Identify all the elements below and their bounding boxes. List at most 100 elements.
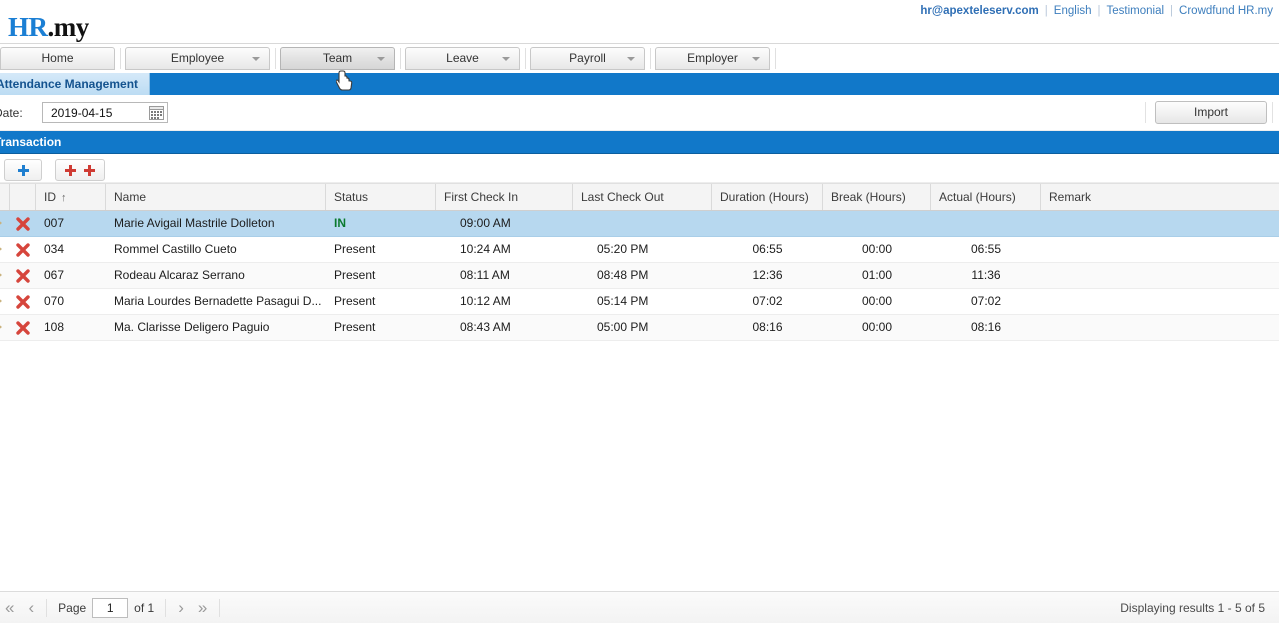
cell-first-check-in: 08:43 AM (436, 315, 573, 340)
delete-icon (16, 217, 30, 231)
page-label: Page (52, 601, 92, 615)
page-number-input[interactable]: 1 (92, 598, 128, 618)
import-button-label: Import (1194, 105, 1228, 119)
column-header-first-check-in[interactable]: First Check In (436, 184, 573, 210)
delete-icon (16, 269, 30, 283)
last-page-button[interactable]: » (191, 599, 214, 616)
cell-last-check-out: 05:14 PM (573, 289, 712, 314)
menu-item-payroll[interactable]: Payroll (530, 47, 645, 70)
date-input[interactable]: 2019-04-15 (42, 102, 168, 123)
cell-last-check-out: 05:00 PM (573, 315, 712, 340)
grid-toolbar (0, 154, 1279, 183)
brand-logo[interactable]: HR.my (8, 12, 89, 43)
cell-name: Marie Avigail Mastrile Dolleton (106, 211, 326, 236)
cell-break: 01:00 (823, 263, 931, 288)
tab-attendance-management-label: Attendance Management (0, 77, 138, 91)
bulk-add-button[interactable] (55, 159, 105, 181)
next-page-button[interactable]: › (171, 599, 191, 616)
cell-duration: 07:02 (712, 289, 823, 314)
cell-first-check-in: 09:00 AM (436, 211, 573, 236)
row-expander[interactable] (0, 263, 10, 288)
cell-first-check-in: 10:24 AM (436, 237, 573, 262)
top-link-separator-2: | (1092, 5, 1107, 17)
menu-item-employee-label: Employee (171, 51, 224, 65)
delete-row-button[interactable] (10, 289, 36, 314)
pager-divider-2 (165, 599, 166, 617)
cell-id: 108 (36, 315, 106, 340)
delete-row-button[interactable] (10, 263, 36, 288)
calendar-icon[interactable] (149, 106, 164, 120)
language-link[interactable]: English (1054, 5, 1092, 17)
transaction-section-title: Transaction (0, 135, 61, 149)
column-header-actual[interactable]: Actual (Hours) (931, 184, 1041, 210)
table-row[interactable]: 007 Marie Avigail Mastrile Dolleton IN 0… (0, 211, 1279, 237)
row-expander[interactable] (0, 211, 10, 236)
cell-break: 00:00 (823, 237, 931, 262)
refresh-icon[interactable] (225, 600, 241, 616)
menu-item-employee[interactable]: Employee (125, 47, 270, 70)
import-button[interactable]: Import (1155, 101, 1267, 124)
tab-attendance-management[interactable]: Attendance Management (0, 73, 150, 95)
menu-item-employer[interactable]: Employer (655, 47, 770, 70)
chevron-down-icon (377, 57, 385, 61)
cell-break (823, 211, 931, 236)
table-row[interactable]: 034 Rommel Castillo Cueto Present 10:24 … (0, 237, 1279, 263)
toolbar-divider-left (1145, 102, 1146, 123)
testimonial-link[interactable]: Testimonial (1107, 5, 1165, 17)
previous-page-button[interactable]: ‹ (21, 599, 41, 616)
cell-last-check-out: 08:48 PM (573, 263, 712, 288)
sort-ascending-icon: ↑ (61, 185, 67, 210)
table-row[interactable]: 108 Ma. Clarisse Deligero Paguio Present… (0, 315, 1279, 341)
cell-duration: 06:55 (712, 237, 823, 262)
first-page-button[interactable]: « (0, 599, 21, 616)
column-header-name[interactable]: Name (106, 184, 326, 210)
menu-item-employer-label: Employer (687, 51, 738, 65)
menu-item-payroll-label: Payroll (569, 51, 606, 65)
page-total-label: of 1 (128, 601, 160, 615)
cell-remark (1041, 237, 1279, 262)
column-header-break[interactable]: Break (Hours) (823, 184, 931, 210)
column-header-duration[interactable]: Duration (Hours) (712, 184, 823, 210)
menu-divider-6 (775, 48, 776, 69)
row-expander[interactable] (0, 237, 10, 262)
row-expander[interactable] (0, 315, 10, 340)
menu-item-team-label: Team (323, 51, 352, 65)
cell-id: 070 (36, 289, 106, 314)
cell-remark (1041, 263, 1279, 288)
account-email-link[interactable]: hr@apexteleserv.com (920, 5, 1038, 17)
column-header-delete (10, 184, 36, 210)
menu-item-home[interactable]: Home (0, 47, 115, 70)
menu-item-leave-label: Leave (446, 51, 479, 65)
cell-id: 067 (36, 263, 106, 288)
column-header-expander (0, 184, 10, 210)
table-row[interactable]: 067 Rodeau Alcaraz Serrano Present 08:11… (0, 263, 1279, 289)
menu-item-leave[interactable]: Leave (405, 47, 520, 70)
cell-actual (931, 211, 1041, 236)
date-input-value: 2019-04-15 (51, 106, 112, 120)
cell-remark (1041, 289, 1279, 314)
pager-divider-1 (46, 599, 47, 617)
menu-divider-1 (120, 48, 121, 69)
column-header-status[interactable]: Status (326, 184, 436, 210)
add-record-button[interactable] (4, 159, 42, 181)
row-expander[interactable] (0, 289, 10, 314)
module-bar: Attendance Management (0, 73, 1279, 95)
cell-name: Ma. Clarisse Deligero Paguio (106, 315, 326, 340)
delete-row-button[interactable] (10, 315, 36, 340)
table-row[interactable]: 070 Maria Lourdes Bernadette Pasagui D..… (0, 289, 1279, 315)
delete-row-button[interactable] (10, 237, 36, 262)
cell-actual: 11:36 (931, 263, 1041, 288)
menu-item-team[interactable]: Team (280, 47, 395, 70)
column-header-last-check-out[interactable]: Last Check Out (573, 184, 712, 210)
chevron-down-icon (752, 57, 760, 61)
menu-item-home-label: Home (41, 51, 73, 65)
delete-row-button[interactable] (10, 211, 36, 236)
plus-icon-red-left (65, 165, 76, 176)
chevron-down-icon (252, 57, 260, 61)
crowdfund-link[interactable]: Crowdfund HR.my (1179, 5, 1273, 17)
column-header-remark[interactable]: Remark (1041, 184, 1279, 210)
top-link-separator-3: | (1164, 5, 1179, 17)
grid-header-row: ID↑ Name Status First Check In Last Chec… (0, 183, 1279, 211)
column-header-id[interactable]: ID↑ (36, 184, 106, 210)
cell-duration (712, 211, 823, 236)
